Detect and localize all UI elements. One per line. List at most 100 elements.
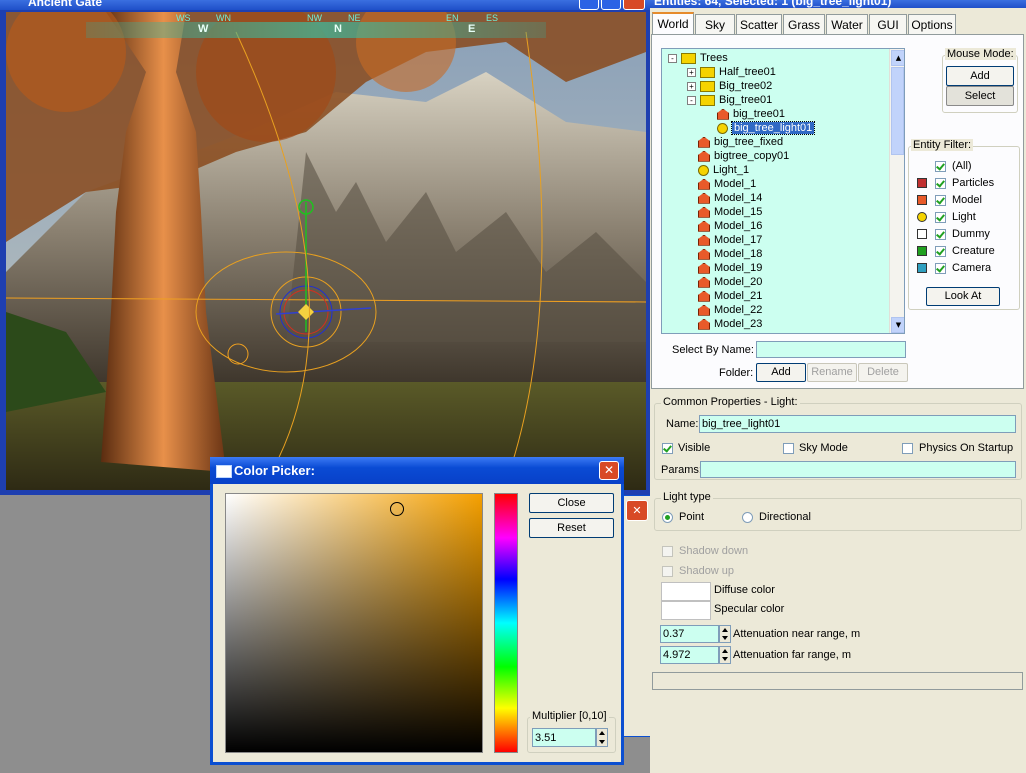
attenuation-far-input[interactable] bbox=[660, 646, 719, 664]
tree-item[interactable]: Model_17 bbox=[698, 234, 762, 248]
shadow-up-label: Shadow up bbox=[679, 565, 735, 577]
look-at-button[interactable]: Look At bbox=[926, 287, 1000, 306]
attenuation-near-input[interactable] bbox=[660, 625, 719, 643]
entity-filter-checkbox[interactable] bbox=[935, 263, 946, 274]
entity-filter-checkbox[interactable] bbox=[935, 246, 946, 257]
tab-options[interactable]: Options bbox=[908, 14, 956, 34]
compass-bar: WS WN W NW NE N EN ES E bbox=[86, 13, 546, 38]
tree-item-label: bigtree_copy01 bbox=[714, 150, 790, 162]
status-bar bbox=[652, 672, 1023, 690]
tree-item[interactable]: big_tree01 bbox=[717, 108, 785, 122]
tree-item[interactable]: Model_14 bbox=[698, 192, 762, 206]
model-icon bbox=[698, 276, 710, 288]
viewport-minimize-button[interactable] bbox=[579, 0, 599, 10]
tab-grass[interactable]: Grass bbox=[783, 14, 825, 34]
tree-item[interactable]: Model_20 bbox=[698, 276, 762, 290]
tree-item[interactable]: Model_15 bbox=[698, 206, 762, 220]
collapse-icon[interactable]: - bbox=[687, 95, 696, 105]
multiplier-spinner[interactable] bbox=[596, 728, 608, 747]
light-icon bbox=[717, 122, 728, 134]
visible-checkbox[interactable] bbox=[662, 443, 673, 454]
particles-icon bbox=[917, 178, 927, 188]
folder-rename-button[interactable]: Rename bbox=[807, 363, 857, 382]
creature-icon bbox=[917, 246, 927, 256]
scroll-down-button[interactable]: ▼ bbox=[891, 317, 904, 333]
entity-filter-checkbox[interactable] bbox=[935, 178, 946, 189]
collapse-icon[interactable]: - bbox=[668, 53, 677, 63]
tree-item[interactable]: Model_23 bbox=[698, 318, 762, 332]
light-icon bbox=[917, 212, 927, 222]
shadow-down-checkbox[interactable] bbox=[662, 546, 673, 557]
entity-filter-checkbox[interactable] bbox=[935, 212, 946, 223]
tree-item-label: Model_19 bbox=[714, 262, 763, 274]
viewport-close-button[interactable] bbox=[623, 0, 645, 10]
select-by-name-input[interactable] bbox=[756, 341, 906, 358]
editor-window: Entities: 64, Selected: 1 (big_tree_ligh… bbox=[650, 0, 1026, 773]
tree-item[interactable]: - Big_tree01 bbox=[687, 94, 772, 108]
tree-item[interactable]: Model_1 bbox=[698, 178, 756, 192]
shadow-up-checkbox[interactable] bbox=[662, 566, 673, 577]
attenuation-near-spinner[interactable] bbox=[719, 625, 731, 643]
tab-scatter[interactable]: Scatter bbox=[736, 14, 782, 34]
tree-scrollbar[interactable]: ▲ ▼ bbox=[889, 49, 904, 333]
select-by-name-label: Select By Name: bbox=[672, 344, 754, 356]
color-picker-close-button[interactable]: ✕ bbox=[599, 461, 619, 480]
point-radio[interactable] bbox=[662, 512, 673, 523]
mouse-mode-select-button[interactable]: Select bbox=[946, 86, 1014, 106]
tree-item-label: Model_17 bbox=[714, 234, 763, 246]
diffuse-color-swatch[interactable] bbox=[661, 582, 711, 601]
multiplier-input[interactable] bbox=[532, 728, 596, 747]
attenuation-far-spinner[interactable] bbox=[719, 646, 731, 664]
entity-filter-checkbox[interactable] bbox=[935, 195, 946, 206]
compass-label: WS bbox=[176, 13, 191, 23]
hidden-dialog-close-button[interactable]: ✕ bbox=[626, 500, 648, 521]
expand-icon[interactable]: + bbox=[687, 81, 696, 91]
physics-checkbox[interactable] bbox=[902, 443, 913, 454]
mouse-mode-add-button[interactable]: Add bbox=[946, 66, 1014, 86]
tree-item-label: Model_1 bbox=[714, 178, 757, 190]
name-label: Name: bbox=[666, 418, 699, 430]
model-icon bbox=[698, 136, 710, 148]
tab-world[interactable]: World bbox=[652, 12, 694, 35]
entity-filter-checkbox[interactable] bbox=[935, 229, 946, 240]
folder-add-button[interactable]: Add bbox=[756, 363, 806, 382]
reset-button[interactable]: Reset bbox=[529, 518, 614, 538]
tree-item[interactable]: - Trees bbox=[668, 52, 728, 66]
tree-item[interactable]: Model_16 bbox=[698, 220, 762, 234]
tree-item[interactable]: big_tree_fixed bbox=[698, 136, 783, 150]
tree-item[interactable]: + Half_tree01 bbox=[687, 66, 776, 80]
tree-item-label: Model_15 bbox=[714, 206, 763, 218]
tree-item[interactable]: Model_19 bbox=[698, 262, 762, 276]
entity-name-input[interactable] bbox=[699, 415, 1016, 433]
tree-item[interactable]: bigtree_copy01 bbox=[698, 150, 789, 164]
entity-filter-label: Dummy bbox=[952, 228, 990, 240]
entity-tree[interactable]: - Trees + Half_tree01 + Big_tree02 - Big_tree01… bbox=[661, 48, 905, 334]
scroll-up-button[interactable]: ▲ bbox=[891, 50, 904, 66]
tab-sky[interactable]: Sky bbox=[695, 14, 735, 34]
tree-item[interactable]: + Big_tree02 bbox=[687, 80, 772, 94]
expand-icon[interactable]: + bbox=[687, 67, 696, 77]
viewport-title-bar: Ancient Gate bbox=[0, 0, 650, 10]
tree-item[interactable]: Model_22 bbox=[698, 304, 762, 318]
tree-item[interactable]: Model_18 bbox=[698, 248, 762, 262]
specular-color-swatch[interactable] bbox=[661, 601, 711, 620]
directional-radio[interactable] bbox=[742, 512, 753, 523]
hue-slider[interactable] bbox=[494, 493, 518, 753]
scene-canvas[interactable]: WS WN W NW NE N EN ES E bbox=[6, 12, 646, 490]
folder-delete-button[interactable]: Delete bbox=[858, 363, 908, 382]
tab-water[interactable]: Water bbox=[826, 14, 868, 34]
entity-filter-checkbox[interactable] bbox=[935, 161, 946, 172]
tree-item[interactable]: Light_1 bbox=[698, 164, 749, 178]
params-input[interactable] bbox=[700, 461, 1016, 478]
close-button[interactable]: Close bbox=[529, 493, 614, 513]
tab-gui[interactable]: GUI bbox=[869, 14, 907, 34]
tree-item[interactable]: big_tree_light01 bbox=[717, 121, 816, 136]
saturation-value-square[interactable] bbox=[225, 493, 483, 753]
scroll-thumb[interactable] bbox=[891, 67, 904, 155]
color-picker-cursor[interactable] bbox=[390, 502, 404, 516]
model-icon bbox=[698, 192, 710, 204]
viewport-maximize-button[interactable] bbox=[601, 0, 621, 10]
sky-mode-checkbox[interactable] bbox=[783, 443, 794, 454]
camera-icon bbox=[917, 263, 927, 273]
tree-item[interactable]: Model_21 bbox=[698, 290, 762, 304]
